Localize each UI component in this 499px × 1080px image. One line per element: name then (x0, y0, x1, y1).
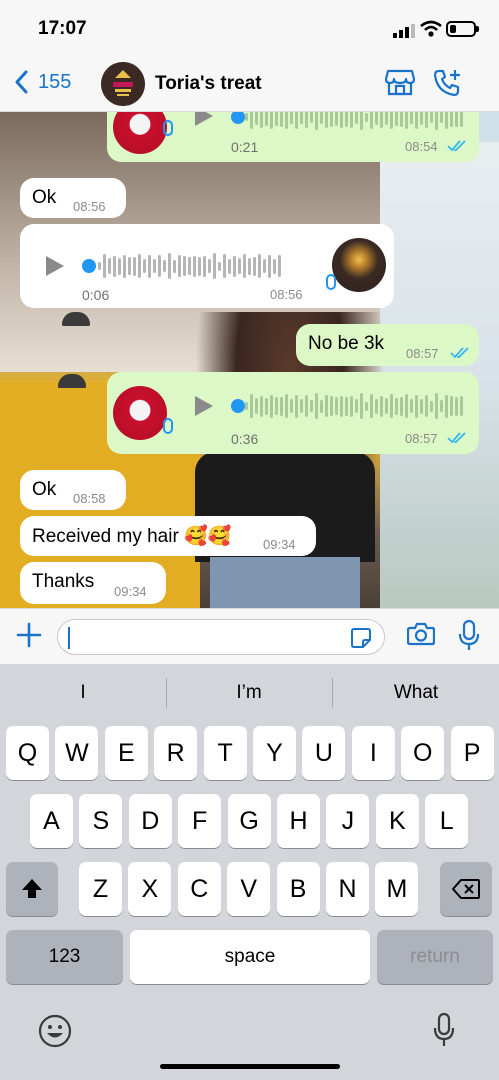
message-time: 08:57 (405, 431, 438, 446)
voice-waveform[interactable] (245, 112, 463, 132)
key-a[interactable]: A (30, 794, 73, 848)
message-incoming[interactable]: Ok 08:56 (20, 178, 126, 218)
message-incoming[interactable]: Ok 08:58 (20, 470, 126, 510)
suggestion-2[interactable]: I’m (166, 682, 332, 704)
message-text: No be 3k (308, 333, 385, 354)
keyboard: I I’m What QWERTYUIOPASDFGHJKLZXCVBNM 12… (0, 664, 499, 1080)
message-text: Ok (32, 187, 57, 208)
key-m[interactable]: M (375, 862, 419, 916)
suggestion-bar: I I’m What (0, 664, 499, 722)
return-key[interactable]: return (377, 930, 493, 984)
store-icon[interactable] (385, 68, 415, 96)
key-q[interactable]: Q (6, 726, 49, 780)
voice-message-outgoing[interactable]: 0:21 08:54 (107, 112, 479, 162)
unread-count: 155 (38, 70, 72, 93)
message-time: 08:57 (406, 346, 439, 361)
plus-icon[interactable] (16, 622, 42, 648)
suggestion-3[interactable]: What (333, 682, 499, 704)
play-icon[interactable] (195, 112, 213, 126)
sticker-icon[interactable] (350, 627, 372, 649)
key-o[interactable]: O (401, 726, 445, 780)
key-j[interactable]: J (326, 794, 370, 848)
shift-icon (22, 879, 42, 898)
back-chevron-icon (15, 70, 28, 94)
dictation-icon[interactable] (432, 1012, 456, 1048)
key-d[interactable]: D (128, 794, 172, 848)
key-e[interactable]: E (104, 726, 148, 780)
message-time: 08:56 (73, 199, 106, 214)
message-input-bar (0, 608, 499, 664)
voice-waveform[interactable] (98, 251, 281, 281)
key-p[interactable]: P (450, 726, 494, 780)
key-c[interactable]: C (177, 862, 221, 916)
mic-icon[interactable] (458, 620, 480, 652)
message-incoming[interactable]: Thanks 09:34 (20, 562, 166, 604)
key-z[interactable]: Z (79, 862, 122, 916)
back-button[interactable]: 155 (14, 70, 71, 94)
key-h[interactable]: H (277, 794, 320, 848)
key-g[interactable]: G (227, 794, 271, 848)
voice-message-incoming[interactable]: 0:06 08:56 (20, 224, 394, 308)
key-t[interactable]: T (203, 726, 247, 780)
message-time: 08:54 (405, 139, 438, 154)
chat-title[interactable]: Toria's treat (155, 73, 262, 95)
key-b[interactable]: B (276, 862, 320, 916)
read-receipt-icon (447, 140, 466, 152)
voice-duration: 0:06 (82, 287, 110, 303)
home-indicator[interactable] (160, 1064, 340, 1069)
read-receipt-icon (450, 347, 469, 359)
status-bar: 17:07 (0, 0, 499, 56)
chat-header: 155 Toria's treat (0, 56, 499, 112)
battery-icon (446, 21, 479, 37)
status-time: 17:07 (38, 18, 87, 39)
key-n[interactable]: N (326, 862, 369, 916)
key-w[interactable]: W (55, 726, 99, 780)
shift-key[interactable] (6, 862, 58, 916)
key-f[interactable]: F (178, 794, 222, 848)
chat-area[interactable]: 0:21 08:54 Ok 08:56 0:06 08:56 No be 3k … (0, 112, 499, 608)
key-v[interactable]: V (227, 862, 271, 916)
read-receipt-icon (447, 432, 466, 444)
numbers-key[interactable]: 123 (6, 930, 123, 984)
key-x[interactable]: X (128, 862, 172, 916)
key-s[interactable]: S (79, 794, 123, 848)
backspace-icon (452, 879, 480, 899)
camera-icon[interactable] (407, 622, 435, 646)
wifi-icon (420, 20, 442, 37)
message-time: 08:56 (270, 287, 303, 302)
add-call-icon[interactable] (433, 68, 463, 98)
text-caret (68, 627, 70, 649)
key-u[interactable]: U (302, 726, 346, 780)
message-time: 08:58 (73, 491, 106, 506)
key-l[interactable]: L (425, 794, 469, 848)
suggestion-1[interactable]: I (0, 682, 166, 704)
message-time: 09:34 (263, 537, 296, 552)
cellular-signal-icon (393, 24, 415, 38)
contact-avatar[interactable] (101, 62, 145, 106)
voice-duration: 0:21 (231, 139, 259, 155)
voice-waveform[interactable] (245, 391, 463, 421)
space-key[interactable]: space (130, 930, 370, 984)
message-text: Received my hair 🥰🥰 (32, 526, 232, 547)
message-text: Ok (32, 479, 57, 500)
message-text: Thanks (32, 571, 95, 592)
play-icon[interactable] (195, 396, 213, 416)
message-outgoing[interactable]: No be 3k 08:57 (296, 324, 479, 366)
message-time: 09:34 (114, 584, 147, 599)
key-i[interactable]: I (351, 726, 395, 780)
voice-message-outgoing[interactable]: 0:36 08:57 (107, 372, 479, 454)
message-incoming[interactable]: Received my hair 🥰🥰 09:34 (20, 516, 316, 556)
emoji-icon[interactable] (38, 1014, 72, 1048)
message-input[interactable] (57, 619, 385, 655)
key-y[interactable]: Y (253, 726, 296, 780)
key-k[interactable]: K (375, 794, 419, 848)
voice-duration: 0:36 (231, 431, 259, 447)
backspace-key[interactable] (440, 862, 492, 916)
key-r[interactable]: R (154, 726, 198, 780)
play-icon[interactable] (46, 256, 64, 276)
